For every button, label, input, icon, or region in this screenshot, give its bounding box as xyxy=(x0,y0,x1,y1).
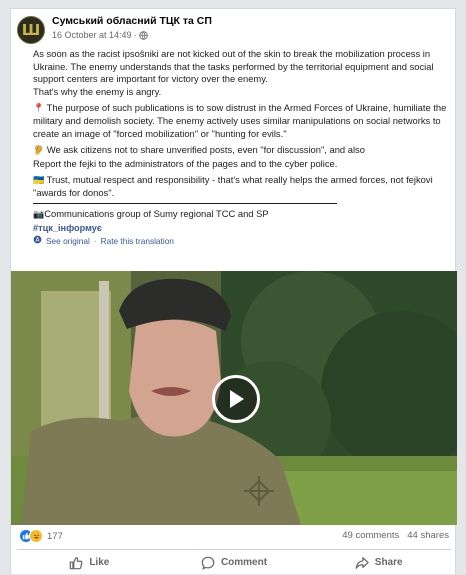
comment-icon xyxy=(201,556,215,570)
action-bar: Like Comment Share xyxy=(17,549,451,575)
translate-icon: A xyxy=(33,235,42,248)
comment-button[interactable]: Comment xyxy=(162,550,307,575)
hashtag-link[interactable]: #тцк_інформує xyxy=(33,222,453,235)
shares-count[interactable]: 44 shares xyxy=(407,530,449,541)
post-header: Ш Сумський обласний ТЦК та СП 16 October… xyxy=(11,9,455,49)
thumbs-up-icon xyxy=(70,556,83,569)
pin-icon: 📍 xyxy=(33,103,45,114)
signature: 📷Communications group of Sumy regional T… xyxy=(33,208,269,221)
post-body: As soon as the racist ipsoŝniki are not … xyxy=(33,48,453,248)
camera-icon: 📷 xyxy=(33,210,45,221)
avatar[interactable]: Ш xyxy=(17,16,45,44)
trident-emblem-icon: Ш xyxy=(21,21,41,39)
see-original-link[interactable]: See original xyxy=(46,235,90,248)
engagement-stats: 177 49 comments 44 shares xyxy=(11,525,455,547)
play-button[interactable] xyxy=(212,375,260,423)
paragraph-4: 🇺🇦 Trust, mutual respect and responsibil… xyxy=(33,173,433,199)
reactions-summary[interactable]: 177 xyxy=(19,529,63,543)
share-button[interactable]: Share xyxy=(306,550,451,575)
like-label: Like xyxy=(89,557,110,568)
paragraph-3: 🦻 We ask citizens not to share unverifie… xyxy=(33,143,365,169)
page-name[interactable]: Сумський обласний ТЦК та СП xyxy=(52,15,212,27)
like-button[interactable]: Like xyxy=(17,550,162,575)
reaction-count: 177 xyxy=(47,530,63,542)
comments-count[interactable]: 49 comments xyxy=(342,530,399,541)
paragraph-1: As soon as the racist ipsoŝniki are not … xyxy=(33,48,434,97)
share-icon xyxy=(355,556,369,569)
translation-bar: A See original · Rate this translation xyxy=(33,235,453,248)
share-label: Share xyxy=(374,557,403,568)
haha-reaction-icon xyxy=(29,529,43,543)
post-meta: 16 October at 14:49 · xyxy=(52,30,148,40)
video-player[interactable] xyxy=(11,271,457,525)
comment-label: Comment xyxy=(220,557,268,568)
paragraph-2: 📍 The purpose of such publications is to… xyxy=(33,101,447,139)
post-card: Ш Сумський обласний ТЦК та СП 16 October… xyxy=(10,8,457,575)
play-icon xyxy=(230,390,244,408)
divider xyxy=(33,203,337,205)
globe-icon xyxy=(138,30,148,40)
counts: 49 comments 44 shares xyxy=(342,530,449,541)
rate-translation-link[interactable]: Rate this translation xyxy=(101,235,174,248)
post-date[interactable]: 16 October at 14:49 xyxy=(52,30,132,40)
ear-icon: 🦻 xyxy=(33,145,45,156)
svg-text:A: A xyxy=(36,238,40,244)
ukraine-flag-icon: 🇺🇦 xyxy=(33,175,45,186)
